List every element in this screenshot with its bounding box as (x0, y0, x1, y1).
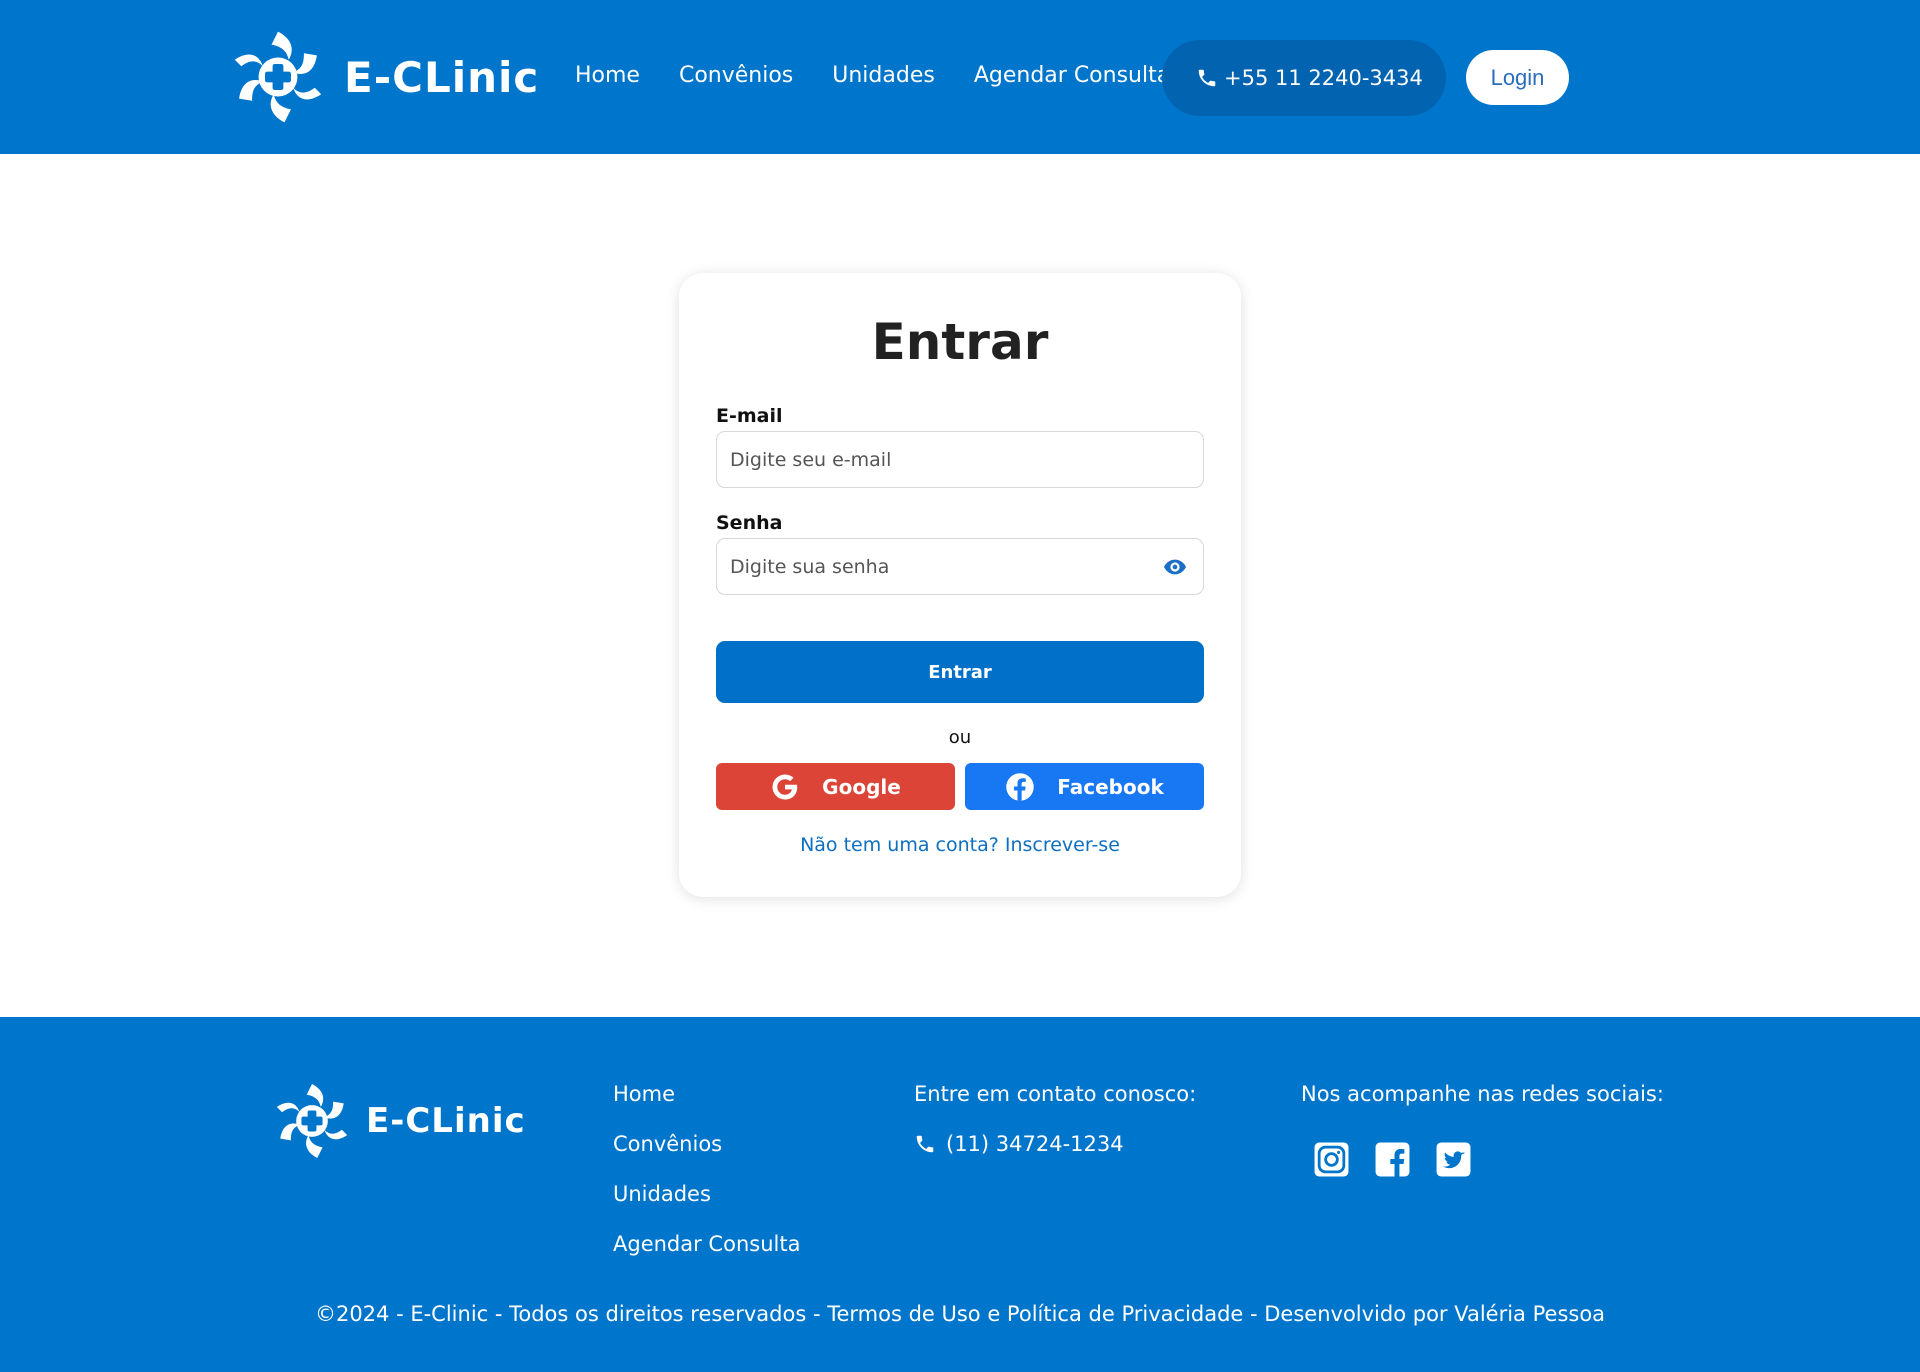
header-phone-number: +55 11 2240-3434 (1224, 66, 1423, 90)
email-field[interactable] (717, 432, 1203, 487)
instagram-link[interactable] (1313, 1141, 1350, 1178)
clinic-logo-icon (234, 31, 322, 123)
footer-social-icons (1313, 1141, 1472, 1178)
site-header: E-CLinic Home Convênios Unidades Agendar… (0, 0, 1920, 154)
facebook-login-button[interactable]: Facebook (965, 763, 1204, 810)
twitter-icon (1436, 1142, 1471, 1177)
twitter-link[interactable] (1435, 1141, 1472, 1178)
footer-link-convenios[interactable]: Convênios (613, 1129, 800, 1179)
nav-convenios[interactable]: Convênios (679, 56, 793, 96)
show-password-eye-icon[interactable] (1164, 559, 1186, 575)
footer-nav: Home Convênios Unidades Agendar Consulta (613, 1079, 800, 1279)
facebook-icon (1006, 772, 1034, 801)
google-icon (772, 773, 798, 799)
phone-icon (1198, 69, 1216, 87)
brand-name: E-CLinic (344, 52, 540, 102)
facebook-link[interactable] (1374, 1141, 1411, 1178)
phone-icon (916, 1135, 934, 1153)
submit-button[interactable]: Entrar (716, 641, 1204, 703)
password-field-wrapper (716, 538, 1204, 595)
page-title: Entrar (871, 313, 1049, 371)
login-button[interactable]: Login (1466, 50, 1569, 105)
footer-brand-logo[interactable]: E-CLinic (268, 1077, 526, 1165)
footer-social-title: Nos acompanhe nas redes sociais: (1301, 1082, 1664, 1106)
brand-logo[interactable]: E-CLinic (224, 22, 539, 132)
or-divider: ou (948, 727, 972, 748)
facebook-login-label: Facebook (1057, 774, 1164, 799)
footer-brand-name: E-CLinic (366, 1101, 526, 1141)
footer-link-agendar-consulta[interactable]: Agendar Consulta (613, 1229, 800, 1279)
main-nav: Home Convênios Unidades Agendar Consulta (575, 56, 1209, 96)
footer-contact-title: Entre em contato conosco: (914, 1082, 1197, 1106)
instagram-icon (1314, 1142, 1349, 1177)
email-field-wrapper (716, 431, 1204, 488)
footer-link-unidades[interactable]: Unidades (613, 1179, 800, 1229)
signup-link[interactable]: Não tem uma conta? Inscrever-se (679, 834, 1241, 856)
clinic-logo-icon (276, 1084, 348, 1158)
password-label: Senha (716, 512, 783, 534)
email-label: E-mail (716, 405, 783, 427)
copyright-text: ©2024 - E-Clinic - Todos os direitos res… (314, 1302, 1606, 1326)
facebook-icon (1375, 1142, 1410, 1177)
footer-link-home[interactable]: Home (613, 1079, 800, 1129)
nav-agendar-consulta[interactable]: Agendar Consulta (974, 56, 1170, 96)
google-login-label: Google (822, 774, 901, 799)
nav-unidades[interactable]: Unidades (832, 56, 935, 96)
footer-phone-number: (11) 34724-1234 (946, 1132, 1124, 1156)
password-field[interactable] (717, 539, 1203, 594)
nav-home[interactable]: Home (575, 56, 640, 96)
footer-contact-phone[interactable]: (11) 34724-1234 (914, 1129, 1124, 1159)
header-phone[interactable]: +55 11 2240-3434 (1162, 40, 1446, 116)
login-card: Entrar E-mail Senha Entrar ou Google Fac… (679, 273, 1241, 897)
google-login-button[interactable]: Google (716, 763, 955, 810)
